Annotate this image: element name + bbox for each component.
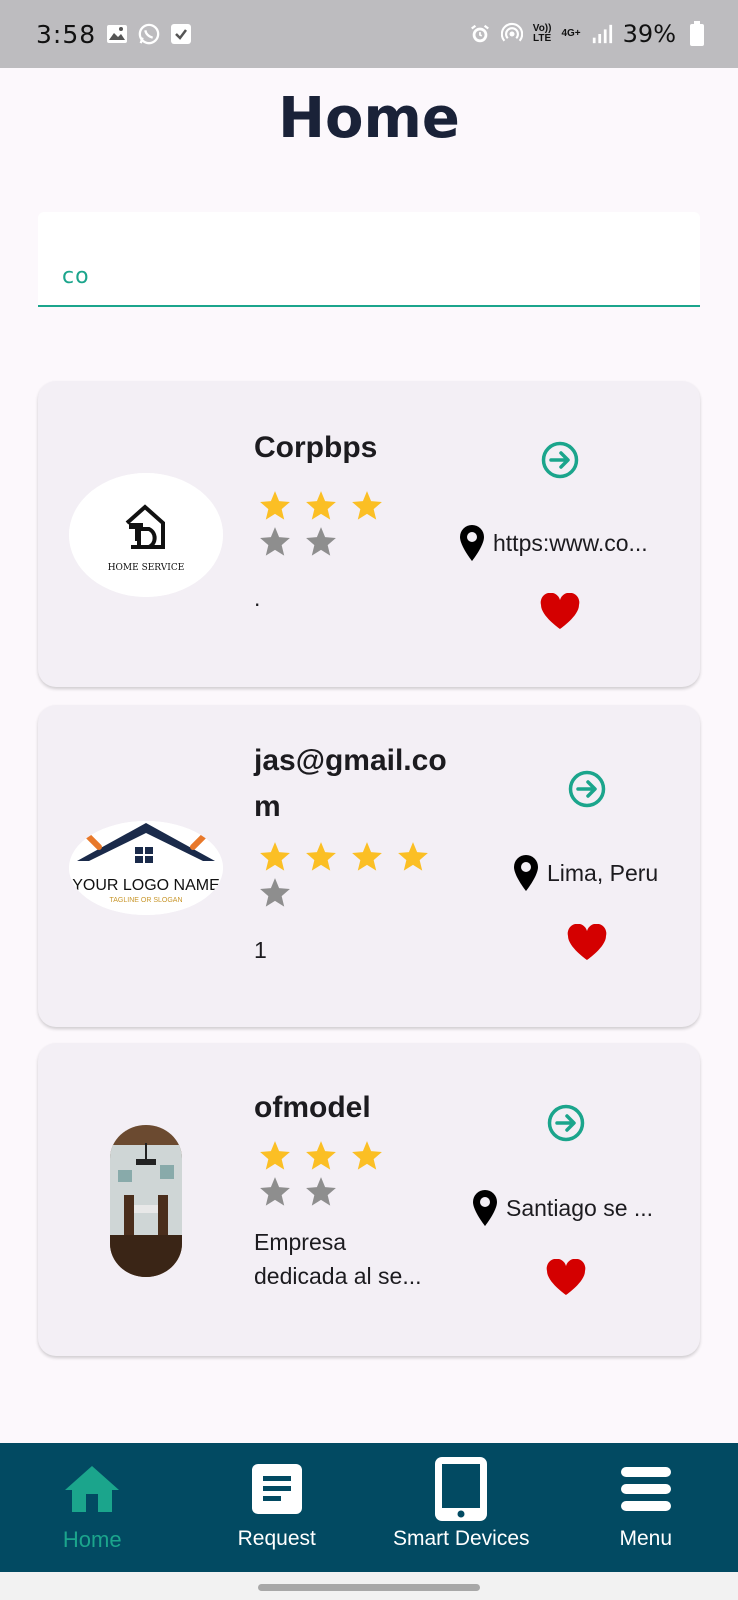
heart-icon[interactable]	[539, 593, 581, 631]
business-card[interactable]: HOME SERVICE Corpbps . https:www.co...	[38, 381, 700, 687]
check-box-icon	[170, 23, 192, 45]
nav-menu-label: Menu	[619, 1527, 673, 1550]
rating-stars	[258, 840, 438, 910]
nav-menu[interactable]: Menu	[554, 1443, 738, 1572]
business-name: jas@gmail.com	[254, 744, 447, 823]
star-filled-icon	[306, 1141, 336, 1170]
heart-icon[interactable]	[566, 924, 608, 962]
page-title: Home	[278, 86, 460, 151]
alarm-icon	[469, 23, 491, 45]
search-field[interactable]	[38, 212, 700, 307]
location-pin-icon	[473, 1190, 497, 1226]
nav-home[interactable]: Home	[0, 1443, 185, 1572]
business-logo: YOUR LOGO NAME TAGLINE OR SLOGAN	[69, 821, 223, 915]
status-bar: 3:58 Vo)) LTE 4G+ 39%	[0, 0, 738, 68]
star-filled-icon	[260, 491, 290, 520]
nav-home-label: Home	[62, 1527, 122, 1552]
location-pin-icon	[514, 855, 538, 891]
logo-text: HOME SERVICE	[107, 563, 185, 573]
battery-icon	[686, 21, 708, 46]
nav-smart-devices[interactable]: Smart Devices	[369, 1443, 554, 1572]
hotspot-icon	[500, 22, 523, 45]
signal-icon	[591, 23, 613, 45]
gallery-icon	[106, 23, 128, 45]
business-name: Corpbps	[254, 431, 378, 464]
nav-request-label: Request	[237, 1527, 316, 1550]
volte-label: Vo)) LTE	[532, 23, 552, 44]
bottom-navigation: Home Request Smart Devices Menu	[0, 1443, 738, 1572]
star-empty-icon	[260, 878, 290, 907]
star-empty-icon	[306, 527, 336, 556]
star-filled-icon	[352, 842, 382, 871]
star-empty-icon	[260, 1177, 290, 1206]
document-icon	[245, 1457, 309, 1521]
heart-icon[interactable]	[545, 1259, 587, 1297]
business-description: Empresa dedicada al se...	[254, 1229, 422, 1289]
business-description: 1	[254, 937, 267, 963]
rating-stars	[258, 489, 398, 559]
location: Santiago se ...	[472, 1189, 653, 1227]
star-filled-icon	[306, 842, 336, 871]
open-arrow-icon[interactable]	[540, 440, 580, 480]
menu-icon	[614, 1457, 678, 1521]
star-empty-icon	[260, 527, 290, 556]
business-card[interactable]: ofmodel Empresa dedicada al se... Santia…	[38, 1043, 700, 1356]
open-arrow-icon[interactable]	[546, 1103, 586, 1143]
location: https:www.co...	[459, 524, 648, 562]
business-logo: HOME SERVICE	[69, 473, 223, 597]
business-logo	[110, 1125, 182, 1277]
tablet-icon	[429, 1457, 493, 1521]
battery-percent: 39%	[622, 20, 676, 48]
location-text: Lima, Peru	[547, 859, 659, 886]
location-text: https:www.co...	[493, 529, 648, 556]
business-description: .	[254, 585, 261, 611]
search-input[interactable]	[38, 212, 700, 305]
whatsapp-icon	[138, 23, 160, 45]
star-empty-icon	[306, 1177, 336, 1206]
status-time: 3:58	[36, 19, 97, 49]
star-filled-icon	[260, 1141, 290, 1170]
location-text: Santiago se ...	[506, 1194, 654, 1221]
gesture-area	[0, 1572, 738, 1600]
location-pin-icon	[460, 525, 484, 561]
nav-smart-devices-label: Smart Devices	[392, 1527, 530, 1550]
location: Lima, Peru	[513, 854, 658, 892]
nav-request[interactable]: Request	[185, 1443, 370, 1572]
star-filled-icon	[306, 491, 336, 520]
logo-text: YOUR LOGO NAME	[72, 877, 220, 894]
home-gesture-bar[interactable]	[258, 1584, 480, 1591]
logo-subtext: TAGLINE OR SLOGAN	[109, 897, 183, 904]
business-card[interactable]: YOUR LOGO NAME TAGLINE OR SLOGAN jas@gma…	[38, 705, 700, 1027]
star-filled-icon	[352, 1141, 382, 1170]
home-icon	[60, 1457, 124, 1521]
network-type: 4G+	[561, 28, 581, 39]
open-arrow-icon[interactable]	[567, 769, 607, 809]
star-filled-icon	[260, 842, 290, 871]
star-filled-icon	[352, 491, 382, 520]
star-filled-icon	[398, 842, 428, 871]
business-name: ofmodel	[254, 1091, 371, 1124]
rating-stars	[258, 1139, 398, 1209]
